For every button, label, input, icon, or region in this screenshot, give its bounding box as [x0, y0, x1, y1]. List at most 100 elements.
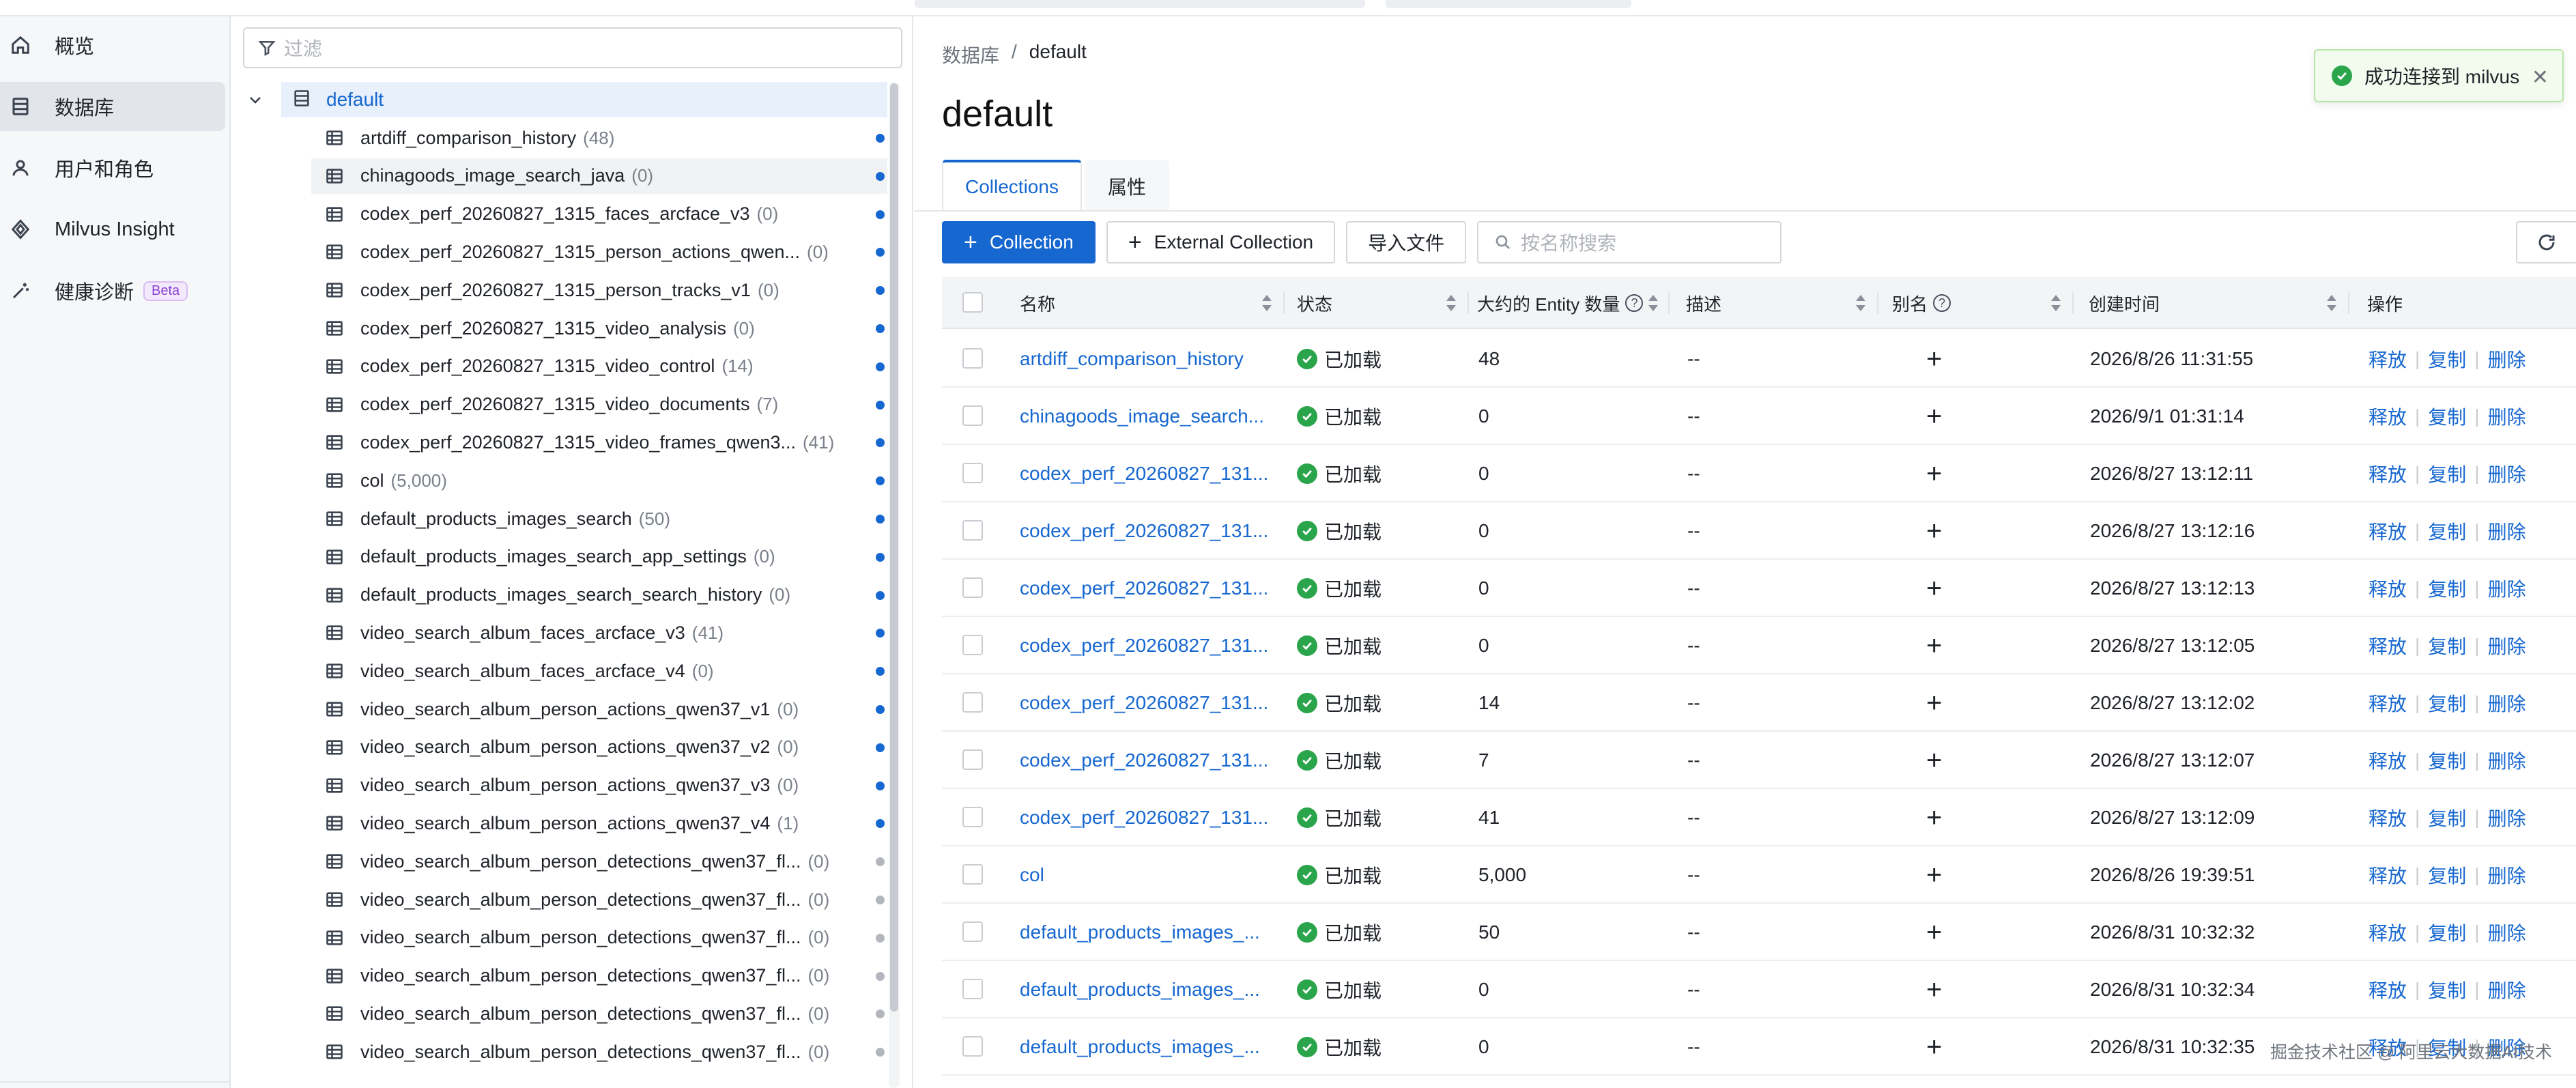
tree-collection-item[interactable]: video_search_album_faces_arcface_v4 (0)	[311, 653, 887, 689]
row-checkbox[interactable]	[962, 749, 983, 770]
tree-collection-item[interactable]: codex_perf_20260827_1315_video_documents…	[311, 387, 887, 423]
add-alias-button[interactable]: +	[1926, 502, 1942, 560]
delete-action[interactable]: 删除	[2488, 747, 2526, 774]
release-action[interactable]: 释放	[2369, 689, 2407, 717]
delete-action[interactable]: 删除	[2488, 632, 2526, 659]
tree-collection-item[interactable]: video_search_album_person_detections_qwe…	[311, 996, 887, 1031]
release-action[interactable]: 释放	[2369, 517, 2407, 545]
delete-action[interactable]: 删除	[2488, 919, 2526, 946]
delete-action[interactable]: 删除	[2488, 689, 2526, 717]
sort-icon[interactable]	[1855, 294, 1866, 313]
collection-name-link[interactable]: default_products_images_...	[1020, 1018, 1260, 1076]
tree-collection-item[interactable]: default_products_images_search_app_setti…	[311, 539, 887, 575]
release-action[interactable]: 释放	[2369, 919, 2407, 946]
column-header-created[interactable]: 创建时间	[2089, 277, 2160, 329]
close-icon[interactable]: ✕	[2532, 66, 2549, 89]
column-header-entity[interactable]: 大约的 Entity 数量 ?	[1477, 277, 1644, 329]
collection-name-link[interactable]: default_products_images_...	[1020, 904, 1260, 961]
duplicate-action[interactable]: 复制	[2428, 976, 2466, 1003]
release-action[interactable]: 释放	[2369, 747, 2407, 774]
delete-action[interactable]: 删除	[2488, 804, 2526, 831]
tree-collection-item[interactable]: codex_perf_20260827_1315_video_control (1…	[311, 349, 887, 384]
tree-database-node[interactable]: default	[281, 82, 887, 117]
nav-item-database[interactable]: 数据库	[0, 82, 225, 131]
release-action[interactable]: 释放	[2369, 403, 2407, 430]
row-checkbox[interactable]	[962, 1036, 983, 1057]
duplicate-action[interactable]: 复制	[2428, 517, 2466, 545]
breadcrumb-root[interactable]: 数据库	[942, 41, 999, 68]
delete-action[interactable]: 删除	[2488, 460, 2526, 487]
duplicate-action[interactable]: 复制	[2428, 345, 2466, 373]
collection-name-link[interactable]: codex_perf_20260827_131...	[1020, 732, 1268, 789]
tree-collection-item[interactable]: video_search_album_person_detections_qwe…	[311, 1034, 887, 1070]
tree-collection-item[interactable]: video_search_album_person_actions_qwen37…	[311, 730, 887, 765]
row-checkbox[interactable]	[962, 921, 983, 942]
help-icon[interactable]: ?	[1625, 294, 1644, 312]
collection-name-link[interactable]: codex_perf_20260827_131...	[1020, 674, 1268, 732]
row-checkbox[interactable]	[962, 864, 983, 885]
search-input[interactable]: 按名称搜索	[1477, 221, 1782, 263]
sort-icon[interactable]	[2326, 294, 2337, 313]
nav-item-milvus-insight[interactable]: Milvus Insight	[0, 205, 225, 254]
tree-collection-item[interactable]: artdiff_comparison_history (48)	[311, 120, 887, 156]
help-icon[interactable]: ?	[1933, 294, 1951, 312]
refresh-button[interactable]	[2516, 221, 2576, 263]
row-checkbox[interactable]	[962, 348, 983, 369]
tree-collection-item[interactable]: default_products_images_search (50)	[311, 501, 887, 536]
duplicate-action[interactable]: 复制	[2428, 403, 2466, 430]
duplicate-action[interactable]: 复制	[2428, 575, 2466, 602]
tree-scrollbar-thumb[interactable]	[890, 83, 898, 1012]
tree-collection-item[interactable]: codex_perf_20260827_1315_video_analysis (…	[311, 311, 887, 346]
release-action[interactable]: 释放	[2369, 345, 2407, 373]
row-checkbox[interactable]	[962, 635, 983, 655]
collection-name-link[interactable]: codex_perf_20260827_131...	[1020, 445, 1268, 502]
add-alias-button[interactable]: +	[1926, 904, 1942, 961]
row-checkbox[interactable]	[962, 577, 983, 598]
delete-action[interactable]: 删除	[2488, 517, 2526, 545]
tab-collections[interactable]: Collections	[942, 160, 1082, 212]
release-action[interactable]: 释放	[2369, 575, 2407, 602]
tree-filter-input[interactable]: 过滤	[243, 27, 902, 68]
release-action[interactable]: 释放	[2369, 976, 2407, 1003]
tree-collection-item[interactable]: video_search_album_person_detections_qwe…	[311, 920, 887, 956]
collection-name-link[interactable]: codex_perf_20260827_131...	[1020, 502, 1268, 560]
tree-scrollbar[interactable]	[889, 82, 900, 1088]
tree-collection-item[interactable]: col (5,000)	[311, 463, 887, 498]
tree-collection-item[interactable]: codex_perf_20260827_1315_faces_arcface_v…	[311, 197, 887, 232]
add-alias-button[interactable]: +	[1926, 789, 1942, 846]
collection-name-link[interactable]: codex_perf_20260827_131...	[1020, 789, 1268, 846]
add-alias-button[interactable]: +	[1926, 617, 1942, 674]
column-header-description[interactable]: 描述	[1686, 277, 1721, 329]
chevron-down-icon[interactable]	[247, 91, 263, 108]
add-alias-button[interactable]: +	[1926, 674, 1942, 732]
duplicate-action[interactable]: 复制	[2428, 689, 2466, 717]
add-alias-button[interactable]: +	[1926, 330, 1942, 388]
release-action[interactable]: 释放	[2369, 861, 2407, 889]
external-collection-button[interactable]: + External Collection	[1106, 221, 1336, 263]
column-header-name[interactable]: 名称	[1020, 277, 1055, 329]
sort-icon[interactable]	[1446, 294, 1457, 313]
row-checkbox[interactable]	[962, 520, 983, 541]
row-checkbox[interactable]	[962, 463, 983, 483]
delete-action[interactable]: 删除	[2488, 345, 2526, 373]
delete-action[interactable]: 删除	[2488, 976, 2526, 1003]
delete-action[interactable]: 删除	[2488, 575, 2526, 602]
collection-name-link[interactable]: default_products_images_...	[1020, 961, 1260, 1018]
row-checkbox[interactable]	[962, 405, 983, 426]
delete-action[interactable]: 删除	[2488, 861, 2526, 889]
add-alias-button[interactable]: +	[1926, 445, 1942, 502]
tree-collection-item[interactable]: codex_perf_20260827_1315_person_tracks_v…	[311, 272, 887, 308]
tree-collection-item[interactable]: codex_perf_20260827_1315_person_actions_…	[311, 234, 887, 270]
sort-icon[interactable]	[1261, 294, 1272, 313]
release-action[interactable]: 释放	[2369, 804, 2407, 831]
collection-name-link[interactable]: col	[1020, 846, 1044, 904]
column-header-status[interactable]: 状态	[1297, 277, 1332, 329]
add-alias-button[interactable]: +	[1926, 732, 1942, 789]
tree-collection-item[interactable]: video_search_album_person_detections_qwe…	[311, 958, 887, 994]
tree-collection-item[interactable]: default_products_images_search_search_hi…	[311, 577, 887, 613]
tree-collection-item[interactable]: chinagoods_image_search_java (0)	[311, 158, 887, 194]
tree-collection-item[interactable]: video_search_album_person_actions_qwen37…	[311, 768, 887, 803]
tree-collection-item[interactable]: video_search_album_person_detections_qwe…	[311, 844, 887, 879]
duplicate-action[interactable]: 复制	[2428, 861, 2466, 889]
tree-collection-item[interactable]: video_search_album_person_detections_qwe…	[311, 882, 887, 917]
